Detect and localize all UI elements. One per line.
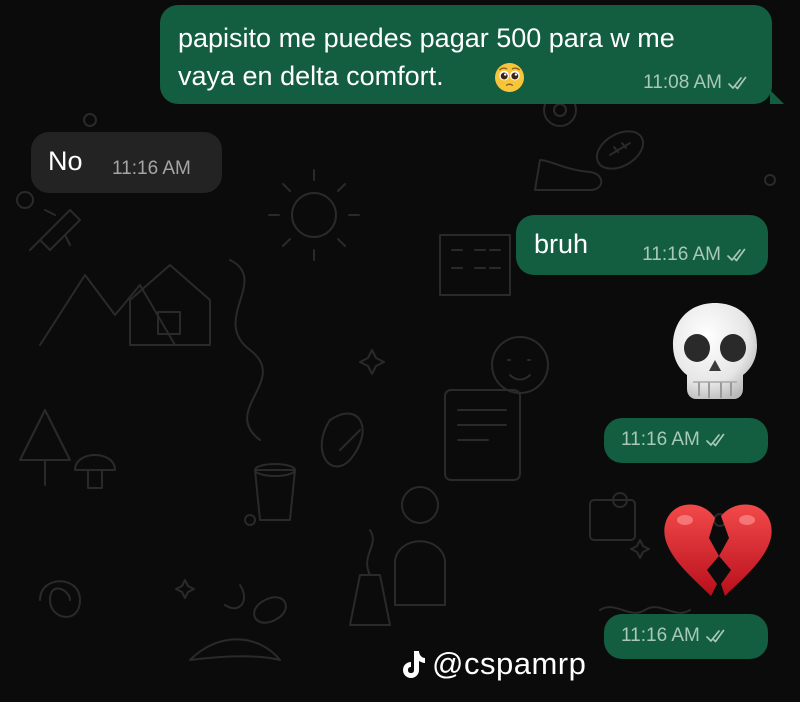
message-text: No xyxy=(48,146,83,176)
message-meta: 11:16 AM xyxy=(621,429,728,451)
message-meta: 11:16 AM xyxy=(642,244,749,266)
double-check-icon xyxy=(706,629,728,643)
message-bubble-incoming[interactable]: No 11:16 AM xyxy=(31,132,222,193)
message-time: 11:16 AM xyxy=(112,158,191,179)
message-time: 11:16 AM xyxy=(621,625,700,646)
double-check-icon xyxy=(706,433,728,447)
watermark-handle: @cspamrp xyxy=(432,646,587,681)
message-time: 11:08 AM xyxy=(643,72,722,93)
message-bubble-outgoing[interactable]: 11:16 AM xyxy=(604,614,768,659)
message-text: vaya en delta comfort. xyxy=(178,61,444,91)
message-time: 11:16 AM xyxy=(642,244,721,265)
message-text: papisito me puedes pagar 500 para w me xyxy=(178,23,675,53)
tiktok-logo-icon xyxy=(400,649,426,679)
double-check-icon xyxy=(727,248,749,262)
tiktok-watermark: @cspamrp xyxy=(400,646,586,682)
message-bubble-outgoing[interactable]: 11:16 AM xyxy=(604,418,768,463)
message-bubble-outgoing[interactable]: bruh 11:16 AM xyxy=(516,215,768,275)
broken-heart-emoji[interactable] xyxy=(661,500,773,602)
double-check-icon xyxy=(728,76,750,90)
message-time: 11:16 AM xyxy=(621,429,700,450)
message-meta: 11:16 AM xyxy=(112,158,191,180)
pleading-face-emoji xyxy=(494,62,525,93)
message-text: bruh xyxy=(534,229,589,259)
bubble-tail xyxy=(770,90,784,104)
message-bubble-outgoing[interactable]: papisito me puedes pagar 500 para w me v… xyxy=(160,5,772,104)
message-meta: 11:08 AM xyxy=(643,72,750,94)
skull-emoji[interactable] xyxy=(669,300,761,408)
message-meta: 11:16 AM xyxy=(621,625,728,647)
